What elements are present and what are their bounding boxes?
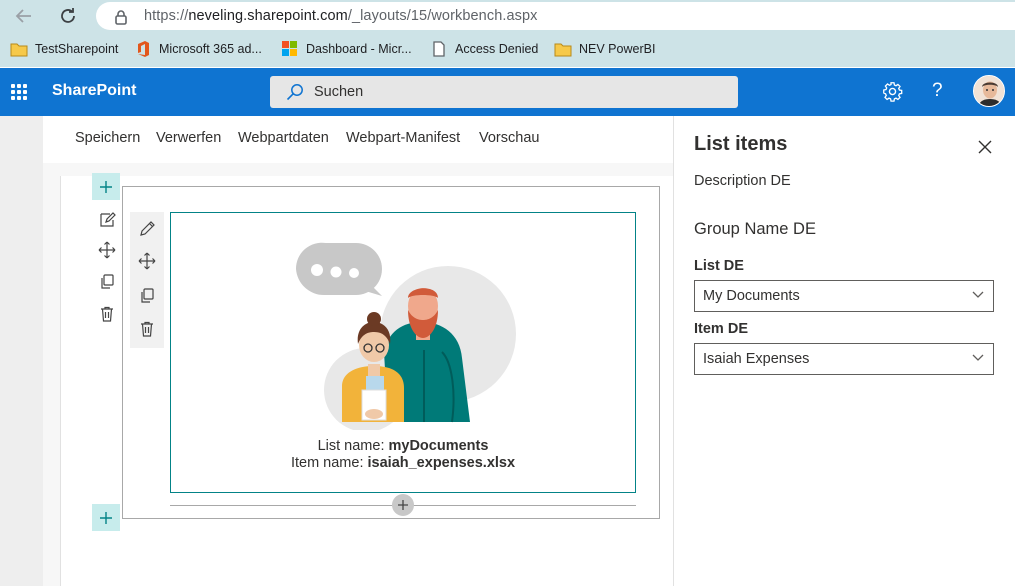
plus-icon — [100, 180, 112, 193]
move-icon — [98, 241, 116, 259]
bookmark-nev-powerbi[interactable]: NEV PowerBI — [554, 38, 655, 60]
address-bar[interactable]: https://neveling.sharepoint.com/_layouts… — [96, 2, 1015, 30]
plus-icon — [398, 500, 408, 510]
list-items-webpart[interactable]: List name: myDocuments Item name: isaiah… — [170, 212, 636, 493]
microsoft-icon — [281, 41, 299, 57]
back-arrow-icon — [15, 9, 31, 23]
office-icon — [134, 41, 152, 57]
save-button[interactable]: Speichern — [75, 130, 140, 146]
list-dropdown-value: My Documents — [703, 288, 800, 304]
reload-button[interactable] — [56, 4, 80, 28]
list-dropdown[interactable]: My Documents — [694, 280, 994, 312]
reload-icon — [61, 8, 75, 23]
trash-icon — [101, 306, 113, 322]
pane-description: Description DE — [694, 173, 791, 189]
bookmark-access-denied[interactable]: Access Denied — [430, 38, 538, 60]
trash-icon — [141, 321, 153, 337]
add-section-top-button[interactable] — [92, 173, 120, 200]
group-name: Group Name DE — [694, 220, 816, 238]
copy-icon — [101, 274, 114, 289]
move-icon — [138, 252, 156, 270]
edit-webpart-button[interactable] — [137, 218, 157, 238]
add-webpart-button[interactable] — [392, 494, 414, 516]
list-name-line: List name: myDocuments — [317, 438, 489, 454]
duplicate-webpart-button[interactable] — [137, 286, 157, 306]
add-section-bottom-button[interactable] — [92, 504, 120, 531]
list-field-label: List DE — [694, 258, 744, 274]
duplicate-section-button[interactable] — [97, 272, 117, 292]
bookmark-microsoft-365[interactable]: Microsoft 365 ad... — [134, 38, 262, 60]
close-icon — [978, 140, 992, 154]
discard-button[interactable]: Verwerfen — [156, 130, 221, 146]
webpart-manifest-button[interactable]: Webpart-Manifest — [346, 130, 460, 146]
pencil-icon — [139, 220, 155, 236]
copy-icon — [141, 288, 154, 303]
help-button[interactable]: ? — [932, 80, 943, 102]
item-name-line: Item name: isaiah_expenses.xlsx — [290, 455, 516, 471]
move-webpart-button[interactable] — [137, 251, 157, 271]
settings-button[interactable] — [882, 81, 903, 107]
workbench-toolbar: Speichern Verwerfen Webpartdaten Webpart… — [43, 116, 673, 163]
move-section-button[interactable] — [97, 240, 117, 260]
browser-chrome: https://neveling.sharepoint.com/_layouts… — [0, 0, 1015, 67]
close-pane-button[interactable] — [978, 140, 992, 159]
bookmark-testsharepoint[interactable]: TestSharepoint — [10, 38, 118, 60]
folder-icon — [554, 41, 572, 57]
pane-title: List items — [694, 133, 788, 155]
sharepoint-brand[interactable]: SharePoint — [52, 82, 136, 100]
user-avatar-icon — [974, 76, 1004, 106]
gear-icon — [883, 82, 903, 102]
webpart-data-button[interactable]: Webpartdaten — [238, 130, 329, 146]
property-pane: List items Description DE Group Name DE … — [673, 116, 1015, 586]
chevron-down-icon — [972, 291, 984, 298]
people-illustration — [296, 242, 516, 430]
suite-bar: SharePoint Suchen ? — [0, 68, 1015, 116]
url-text: https://neveling.sharepoint.com/_layouts… — [144, 8, 538, 24]
webpart-toolbar — [130, 212, 164, 348]
edit-section-button[interactable] — [97, 209, 117, 229]
item-dropdown-value: Isaiah Expenses — [703, 351, 810, 367]
preview-button[interactable]: Vorschau — [479, 130, 539, 146]
search-placeholder: Suchen — [314, 84, 364, 100]
plus-icon — [100, 511, 112, 524]
search-icon — [286, 84, 303, 101]
page-icon — [430, 41, 448, 57]
search-input[interactable]: Suchen — [270, 76, 738, 108]
lock-icon — [115, 10, 127, 25]
back-button[interactable] — [12, 4, 36, 28]
delete-section-button[interactable] — [97, 304, 117, 324]
left-gutter — [0, 116, 43, 586]
bookmarks-bar: TestSharepoint Microsoft 365 ad... Dashb… — [0, 38, 1015, 60]
avatar[interactable] — [973, 75, 1005, 107]
delete-webpart-button[interactable] — [137, 319, 157, 339]
section-edit-icon — [99, 211, 116, 227]
chevron-down-icon — [972, 354, 984, 361]
bookmark-dashboard[interactable]: Dashboard - Micr... — [281, 38, 412, 60]
app-launcher-icon[interactable] — [11, 84, 27, 100]
item-field-label: Item DE — [694, 321, 748, 337]
item-dropdown[interactable]: Isaiah Expenses — [694, 343, 994, 375]
folder-icon — [10, 41, 28, 57]
